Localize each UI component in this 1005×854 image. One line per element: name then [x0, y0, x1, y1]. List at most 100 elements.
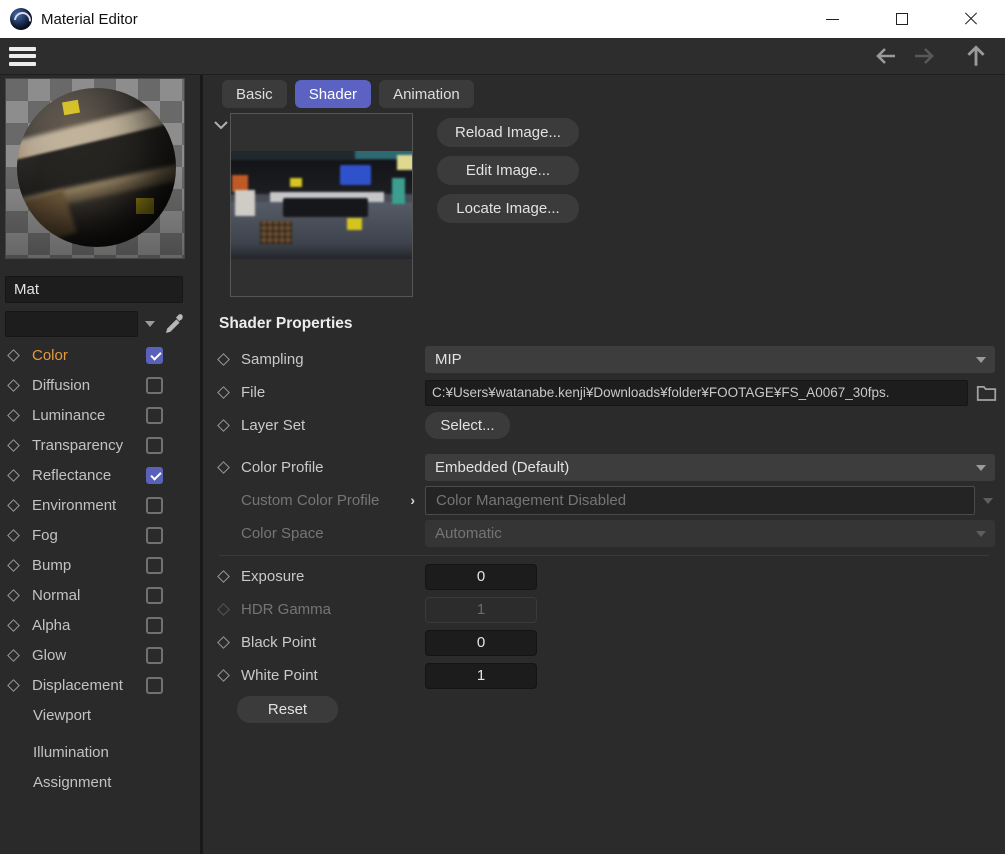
row-exposure: Exposure [203, 560, 1005, 593]
channel-checkbox[interactable] [146, 466, 163, 484]
channel-checkbox[interactable] [146, 406, 163, 424]
layer-set-label: Layer Set [241, 417, 306, 434]
channel-label[interactable]: Reflectance [32, 467, 146, 484]
reload-image-button[interactable]: Reload Image... [437, 118, 579, 147]
chevron-down-icon[interactable] [145, 320, 155, 327]
channel-row-reflectance[interactable]: Reflectance [0, 460, 200, 490]
row-color-space: Color Space Automatic [203, 517, 1005, 550]
channel-label[interactable]: Transparency [32, 437, 146, 454]
maximize-icon [895, 13, 908, 25]
app-icon [10, 8, 32, 30]
diamond-icon [7, 438, 20, 452]
diamond-icon [7, 648, 20, 662]
channel-checkbox[interactable] [146, 586, 163, 604]
material-search-input[interactable] [5, 310, 138, 337]
diamond-icon [7, 558, 20, 572]
diamond-icon [217, 353, 230, 366]
color-space-value: Automatic [435, 525, 502, 542]
arrow-up-icon [967, 45, 985, 66]
channel-checkbox[interactable] [146, 496, 163, 514]
channel-checkbox[interactable] [146, 436, 163, 454]
channel-label[interactable]: Color [32, 347, 146, 364]
shader-properties-heading: Shader Properties [219, 315, 353, 332]
channel-label[interactable]: Luminance [32, 407, 146, 424]
texture-preview[interactable] [230, 113, 413, 297]
reset-button[interactable]: Reset [237, 696, 338, 723]
channel-label[interactable]: Glow [32, 647, 146, 664]
minimize-button[interactable] [798, 0, 867, 38]
channel-row-environment[interactable]: Environment [0, 490, 200, 520]
channel-label[interactable]: Normal [32, 587, 146, 604]
row-sampling: Sampling MIP [203, 343, 1005, 376]
section-illumination[interactable]: Illumination [0, 737, 200, 767]
section-viewport[interactable]: Viewport [0, 700, 200, 730]
channel-checkbox[interactable] [146, 676, 163, 694]
tab-basic[interactable]: Basic [222, 80, 287, 108]
channel-checkbox[interactable] [146, 646, 163, 664]
channel-label[interactable]: Diffusion [32, 377, 146, 394]
sampling-dropdown[interactable]: MIP [425, 346, 995, 373]
channel-row-diffusion[interactable]: Diffusion [0, 370, 200, 400]
channel-checkbox[interactable] [146, 556, 163, 574]
diamond-icon [7, 498, 20, 512]
section-assignment[interactable]: Assignment [0, 767, 200, 797]
exposure-input[interactable] [425, 563, 537, 590]
row-file: File [203, 376, 1005, 409]
material-name-input[interactable] [5, 276, 183, 303]
chevron-down-icon [983, 497, 993, 504]
image-actions: Reload Image... Edit Image... Locate Ima… [437, 118, 579, 223]
channel-checkbox[interactable] [146, 616, 163, 634]
shader-properties: Sampling MIP File Layer [203, 343, 1005, 727]
back-button[interactable] [871, 43, 901, 69]
channel-checkbox[interactable] [146, 346, 163, 364]
chevron-down-icon[interactable] [213, 119, 229, 131]
diamond-icon [7, 528, 20, 542]
hdr-gamma-input [425, 596, 537, 623]
chevron-right-icon[interactable]: › [410, 492, 415, 508]
close-button[interactable] [936, 0, 1005, 38]
color-profile-dropdown[interactable]: Embedded (Default) [425, 454, 995, 481]
diamond-icon [217, 386, 230, 399]
forward-button[interactable] [909, 43, 939, 69]
channel-row-normal[interactable]: Normal [0, 580, 200, 610]
black-point-input[interactable] [425, 629, 537, 656]
diamond-icon [217, 461, 230, 474]
color-space-label: Color Space [241, 525, 324, 542]
browse-file-button[interactable] [975, 383, 997, 403]
channel-label[interactable]: Fog [32, 527, 146, 544]
edit-image-button[interactable]: Edit Image... [437, 156, 579, 185]
color-space-dropdown: Automatic [425, 520, 995, 547]
layer-set-select-button[interactable]: Select... [425, 412, 510, 439]
row-layer-set: Layer Set Select... [203, 409, 1005, 442]
channel-checkbox[interactable] [146, 376, 163, 394]
locate-image-button[interactable]: Locate Image... [437, 194, 579, 223]
channel-label[interactable]: Environment [32, 497, 146, 514]
channel-row-displacement[interactable]: Displacement [0, 670, 200, 700]
arrow-left-icon [876, 48, 895, 64]
channel-row-fog[interactable]: Fog [0, 520, 200, 550]
white-point-input[interactable] [425, 662, 537, 689]
maximize-button[interactable] [867, 0, 936, 38]
eyedropper-icon[interactable] [162, 312, 186, 336]
chevron-down-icon [976, 356, 986, 363]
tab-shader[interactable]: Shader [294, 80, 372, 108]
up-button[interactable] [961, 43, 991, 69]
channel-row-luminance[interactable]: Luminance [0, 400, 200, 430]
diamond-icon [7, 378, 20, 392]
channel-label[interactable]: Bump [32, 557, 146, 574]
channel-row-color[interactable]: Color [0, 340, 200, 370]
channel-row-glow[interactable]: Glow [0, 640, 200, 670]
material-picker-row [5, 310, 195, 337]
white-point-label: White Point [241, 667, 318, 684]
menu-button[interactable] [9, 46, 36, 66]
tab-animation[interactable]: Animation [379, 80, 474, 108]
channel-row-bump[interactable]: Bump [0, 550, 200, 580]
channel-label[interactable]: Displacement [32, 677, 146, 694]
hdr-gamma-label: HDR Gamma [241, 601, 332, 618]
material-preview[interactable] [5, 78, 185, 259]
channel-label[interactable]: Alpha [32, 617, 146, 634]
channel-row-transparency[interactable]: Transparency [0, 430, 200, 460]
channel-row-alpha[interactable]: Alpha [0, 610, 200, 640]
channel-checkbox[interactable] [146, 526, 163, 544]
file-path-input[interactable] [425, 379, 968, 406]
